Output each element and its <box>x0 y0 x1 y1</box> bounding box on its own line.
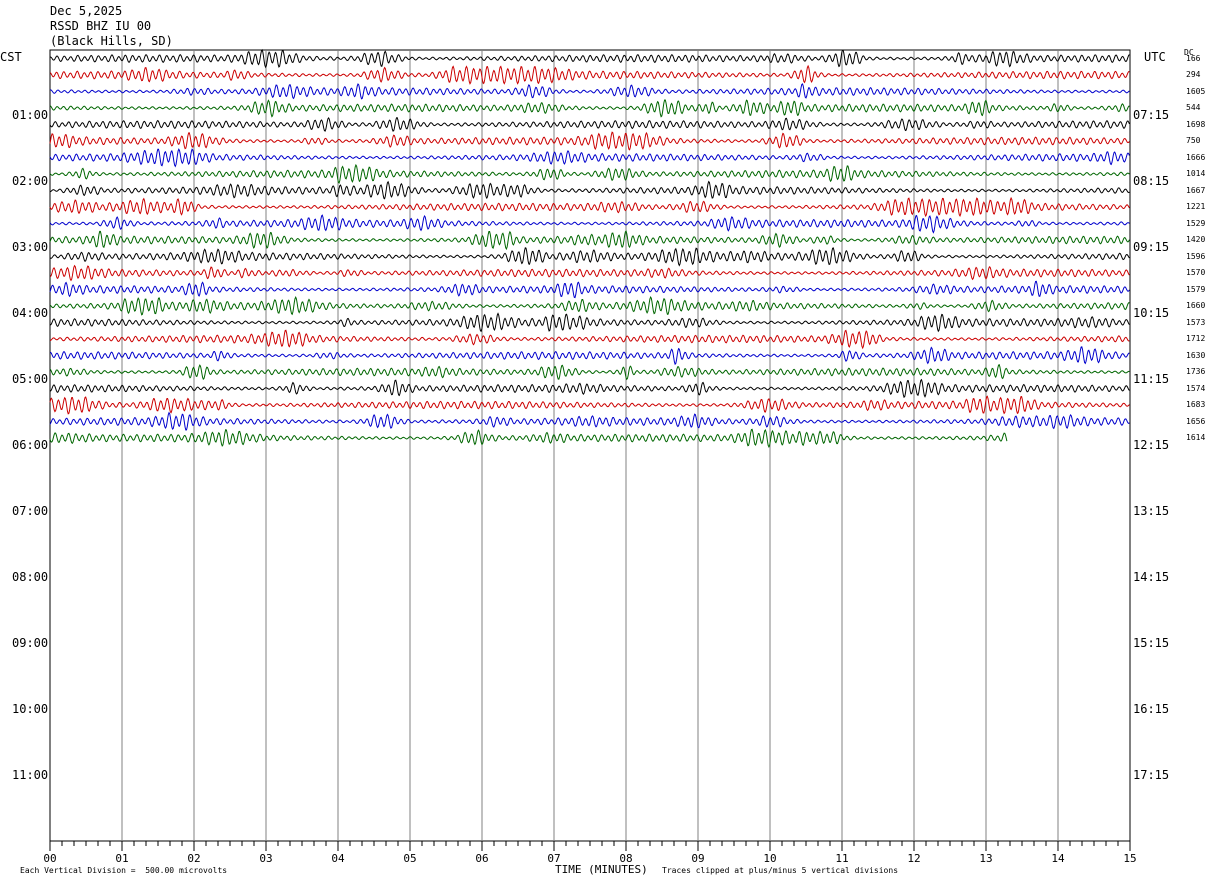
dc-offset-label: 544 <box>1186 103 1201 112</box>
hour-label-cst: 02:00 <box>12 174 49 188</box>
seismic-trace <box>49 48 1130 69</box>
seismic-trace <box>49 64 1130 85</box>
x-tick-label: 11 <box>835 852 848 865</box>
header-station: RSSD BHZ IU 00 <box>50 19 152 33</box>
helicorder-plot: 00 01 02 03 04 05 06 07 08 09 10 11 12 13 14 15 <box>43 48 1137 865</box>
seismic-trace <box>49 395 1130 415</box>
x-tick-label: 05 <box>403 852 416 865</box>
dc-offset-label: 1667 <box>1186 185 1206 195</box>
dc-offset-label: 1712 <box>1186 334 1206 343</box>
hour-label-utc: 10:15 <box>1133 306 1170 320</box>
hour-label-utc: 09:15 <box>1133 240 1170 254</box>
time-axis: 00 01 02 03 04 05 06 07 08 09 10 11 12 13 14 15 <box>43 841 1137 865</box>
seismic-trace <box>49 83 1130 100</box>
hour-label-cst: 05:00 <box>12 372 49 386</box>
dc-offset-label: 1614 <box>1186 433 1206 442</box>
dc-offset-label: 1666 <box>1186 152 1206 162</box>
x-tick-label: 00 <box>43 852 56 865</box>
x-tick-label: 12 <box>907 852 920 865</box>
hour-label-cst: 01:00 <box>12 108 49 122</box>
hour-label-utc: 16:15 <box>1133 702 1170 716</box>
dc-offset-label: 1656 <box>1186 416 1206 426</box>
hour-label-cst: 09:00 <box>12 636 49 650</box>
hour-label-utc: 17:15 <box>1133 768 1170 782</box>
hour-label-cst: 04:00 <box>12 306 49 320</box>
x-tick-label: 02 <box>187 852 200 865</box>
seismic-trace <box>49 264 1130 282</box>
x-tick-label: 14 <box>1051 852 1065 865</box>
hour-label-utc: 11:15 <box>1133 372 1170 386</box>
seismic-trace <box>49 148 1130 168</box>
x-tick-label: 09 <box>691 852 704 865</box>
dc-offset-label: 1698 <box>1186 119 1206 129</box>
x-tick-label: 13 <box>979 852 992 865</box>
scale-note: Each Vertical Division = 500.00 microvol… <box>20 866 228 875</box>
header-date: Dec 5,2025 <box>50 4 123 18</box>
dc-offset-label: 1221 <box>1186 202 1206 211</box>
x-axis-title: TIME (MINUTES) <box>555 863 648 876</box>
hour-label-cst: 10:00 <box>12 702 49 716</box>
x-tick-label: 01 <box>115 852 128 865</box>
seismic-traces <box>49 48 1130 449</box>
seismic-trace <box>49 363 1130 381</box>
seismic-trace <box>49 214 1130 234</box>
dc-offset-label: 294 <box>1186 70 1201 79</box>
dc-offset-label: 1660 <box>1186 301 1206 310</box>
left-timezone: CST <box>0 50 22 64</box>
seismic-trace <box>49 346 1130 366</box>
grid-lines <box>49 49 1131 842</box>
x-tick-label: 03 <box>259 852 272 865</box>
hour-label-utc: 08:15 <box>1133 174 1170 188</box>
x-tick-label: 04 <box>331 852 345 865</box>
dc-offset-label: 1573 <box>1186 317 1206 327</box>
clip-note: Traces clipped at plus/minus 5 vertical … <box>662 866 899 875</box>
dc-offset-label: 1605 <box>1186 86 1206 96</box>
seismic-trace <box>49 247 1130 267</box>
seismic-trace <box>49 230 1130 251</box>
header-location: (Black Hills, SD) <box>50 34 173 48</box>
dc-offset-label: 1570 <box>1186 268 1206 277</box>
seismic-trace <box>49 131 1130 151</box>
plot-frame <box>49 49 1131 842</box>
seismic-trace <box>49 180 1130 200</box>
hour-label-utc: 15:15 <box>1133 636 1170 650</box>
dc-offset-label: 1579 <box>1186 284 1206 294</box>
hour-label-cst: 11:00 <box>12 768 49 782</box>
x-tick-label: 15 <box>1123 852 1136 865</box>
hour-label-utc: 13:15 <box>1133 504 1170 518</box>
hour-label-cst: 03:00 <box>12 240 49 254</box>
dc-offset-label: 1574 <box>1186 383 1206 393</box>
x-tick-label: 06 <box>475 852 488 865</box>
seismic-trace <box>49 378 1130 399</box>
hour-label-utc: 12:15 <box>1133 438 1170 452</box>
seismic-trace <box>49 411 1130 431</box>
hour-label-utc: 14:15 <box>1133 570 1170 584</box>
seismic-trace <box>49 295 1130 316</box>
seismic-trace <box>49 99 1130 118</box>
seismic-trace <box>49 196 1130 218</box>
hour-label-cst: 06:00 <box>12 438 49 452</box>
dc-offset-label: 1630 <box>1186 350 1206 360</box>
seismic-trace <box>49 329 1130 350</box>
dc-offset-label: 1683 <box>1186 400 1206 409</box>
dc-offset-label: 750 <box>1186 136 1201 145</box>
dc-offset-label: 1736 <box>1186 367 1206 376</box>
dc-offset-label: 1014 <box>1186 169 1206 178</box>
right-timezone: UTC <box>1144 50 1166 64</box>
x-tick-label: 10 <box>763 852 776 865</box>
seismic-trace <box>49 280 1130 299</box>
seismic-trace <box>49 312 1130 333</box>
seismic-trace <box>49 163 1130 184</box>
hour-label-utc: 07:15 <box>1133 108 1170 122</box>
dc-offset-label: 1596 <box>1186 251 1206 261</box>
dc-offset-label: 1529 <box>1186 218 1206 228</box>
seismic-trace <box>49 116 1130 132</box>
hour-label-cst: 08:00 <box>12 570 49 584</box>
hour-label-cst: 07:00 <box>12 504 49 518</box>
dc-offset-label: 1420 <box>1186 235 1206 244</box>
dc-offset-label: 166 <box>1186 53 1201 63</box>
